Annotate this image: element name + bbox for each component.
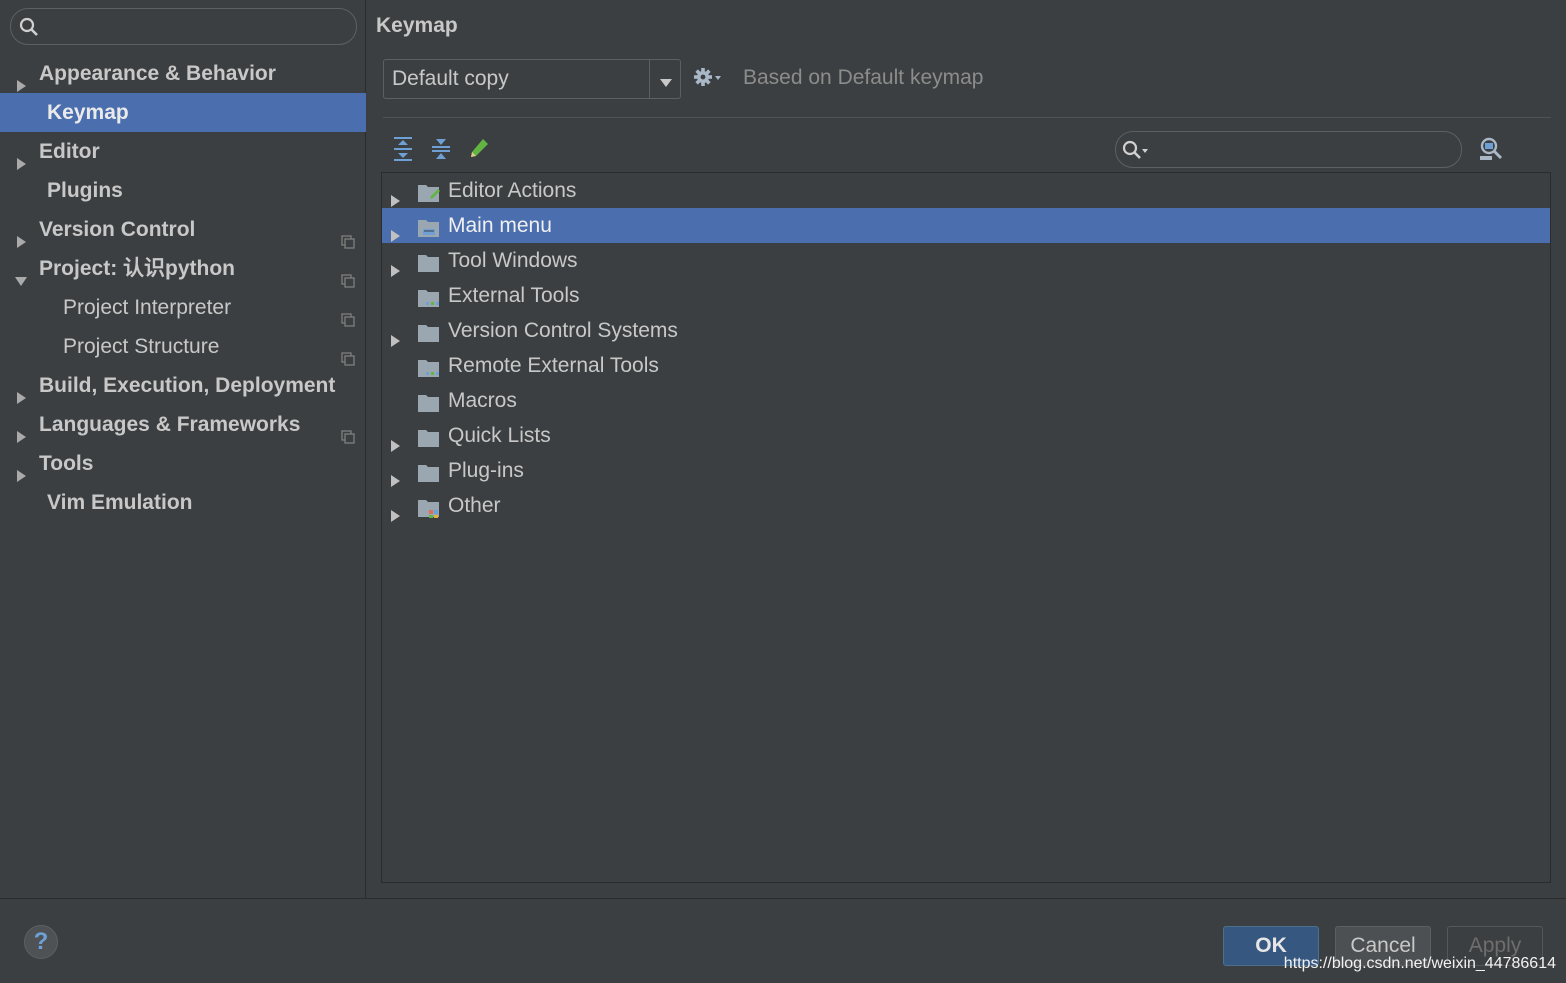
tree-node-label: Remote External Tools xyxy=(448,354,659,377)
search-icon xyxy=(19,17,39,42)
project-settings-icon xyxy=(341,262,355,288)
keymap-select-value: Default copy xyxy=(392,67,509,90)
collapse-all-icon[interactable] xyxy=(429,136,453,162)
edit-pencil-icon[interactable] xyxy=(467,136,491,162)
tree-node-plug-ins[interactable]: Plug-ins xyxy=(382,453,1550,488)
chevron-right-icon[interactable] xyxy=(388,464,402,487)
sidebar-item-label: Plugins xyxy=(47,179,123,202)
tree-node-label: External Tools xyxy=(448,284,580,307)
sidebar-item-label: Languages & Frameworks xyxy=(39,413,301,436)
other-folder-icon xyxy=(417,495,441,530)
tree-node-label: Main menu xyxy=(448,214,552,237)
keymap-select-divider xyxy=(649,60,650,98)
tree-node-tool-windows[interactable]: Tool Windows xyxy=(382,243,1550,278)
sidebar-item-languages-frameworks[interactable]: Languages & Frameworks xyxy=(0,405,366,444)
tree-node-label: Tool Windows xyxy=(448,249,578,272)
keymap-panel: Keymap Default copy Based on Default key… xyxy=(366,0,1566,898)
chevron-right-icon[interactable] xyxy=(388,429,402,452)
based-on-label: Based on Default keymap xyxy=(743,66,984,89)
sidebar-item-tools[interactable]: Tools xyxy=(0,444,366,483)
chevron-down-icon[interactable] xyxy=(659,75,673,93)
chevron-right-icon[interactable] xyxy=(388,254,402,277)
watermark-text: https://blog.csdn.net/weixin_44786614 xyxy=(1283,955,1556,972)
sidebar-item-project-structure[interactable]: Project Structure xyxy=(0,327,366,366)
keymap-select[interactable]: Default copy xyxy=(383,59,681,99)
tree-node-other[interactable]: Other xyxy=(382,488,1550,523)
sidebar-item-label: Vim Emulation xyxy=(47,491,193,514)
sidebar-item-label: Project Structure xyxy=(63,335,220,358)
help-button[interactable]: ? xyxy=(24,925,58,959)
header-divider xyxy=(383,117,1551,118)
sidebar-item-keymap[interactable]: Keymap xyxy=(0,93,366,132)
chevron-right-icon[interactable] xyxy=(14,145,28,170)
sidebar-item-appearance-behavior[interactable]: Appearance & Behavior xyxy=(0,54,366,93)
chevron-right-icon[interactable] xyxy=(388,184,402,207)
tree-node-label: Version Control Systems xyxy=(448,319,678,342)
expand-all-icon[interactable] xyxy=(391,136,415,162)
tree-node-editor-actions[interactable]: Editor Actions xyxy=(382,173,1550,208)
settings-nav-tree: Appearance & Behavior Keymap Editor Plugins… xyxy=(0,54,366,522)
tree-node-remote-external-tools[interactable]: Remote External Tools xyxy=(382,348,1550,383)
gear-icon[interactable] xyxy=(693,66,723,95)
tree-node-version-control-systems[interactable]: Version Control Systems xyxy=(382,313,1550,348)
sidebar-item-label: Build, Execution, Deployment xyxy=(39,374,336,397)
dialog-footer: ? OK Cancel Apply https://blog.csdn.net/… xyxy=(0,898,1566,983)
sidebar-item-label: Appearance & Behavior xyxy=(39,62,276,85)
project-settings-icon xyxy=(341,418,355,444)
chevron-right-icon[interactable] xyxy=(388,499,402,522)
settings-search-input[interactable] xyxy=(10,8,357,45)
sidebar-item-label: Version Control xyxy=(39,218,196,241)
sidebar-item-label: Keymap xyxy=(47,101,129,124)
action-tree: Editor Actions Main menu Tool Windows Exter… xyxy=(381,172,1551,883)
project-settings-icon xyxy=(341,340,355,366)
tree-node-macros[interactable]: Macros xyxy=(382,383,1550,418)
sidebar-item-label: Editor xyxy=(39,140,100,163)
sidebar-item-label: Tools xyxy=(39,452,94,475)
tree-node-main-menu[interactable]: Main menu xyxy=(382,208,1550,243)
sidebar-item-build-execution-deployment[interactable]: Build, Execution, Deployment xyxy=(0,366,366,405)
sidebar-item-label: Project Interpreter xyxy=(63,296,232,319)
tree-node-label: Macros xyxy=(448,389,517,412)
tree-node-quick-lists[interactable]: Quick Lists xyxy=(382,418,1550,453)
chevron-right-icon[interactable] xyxy=(14,67,28,92)
sidebar-item-editor[interactable]: Editor xyxy=(0,132,366,171)
sidebar-item-version-control[interactable]: Version Control xyxy=(0,210,366,249)
chevron-right-icon[interactable] xyxy=(14,418,28,443)
sidebar-item-vim-emulation[interactable]: Vim Emulation xyxy=(0,483,366,522)
keymap-search-input[interactable] xyxy=(1115,131,1462,168)
chevron-right-icon[interactable] xyxy=(388,219,402,242)
find-shortcut-icon[interactable] xyxy=(1478,136,1504,167)
sidebar-item-project-python[interactable]: Project: 认识python xyxy=(0,249,366,288)
chevron-right-icon[interactable] xyxy=(14,223,28,248)
project-settings-icon xyxy=(341,301,355,327)
search-icon xyxy=(1122,140,1152,165)
sidebar-item-plugins[interactable]: Plugins xyxy=(0,171,366,210)
chevron-right-icon[interactable] xyxy=(14,457,28,482)
tree-node-label: Editor Actions xyxy=(448,179,577,202)
chevron-right-icon[interactable] xyxy=(14,379,28,404)
chevron-down-icon[interactable] xyxy=(14,262,28,286)
tree-node-label: Quick Lists xyxy=(448,424,551,447)
tree-node-label: Plug-ins xyxy=(448,459,524,482)
project-settings-icon xyxy=(341,223,355,249)
tree-node-label: Other xyxy=(448,494,501,517)
sidebar-item-project-interpreter[interactable]: Project Interpreter xyxy=(0,288,366,327)
page-title: Keymap xyxy=(376,14,458,37)
tree-node-external-tools[interactable]: External Tools xyxy=(382,278,1550,313)
chevron-right-icon[interactable] xyxy=(388,324,402,347)
sidebar-item-label: Project: 认识python xyxy=(39,257,236,280)
settings-sidebar: Appearance & Behavior Keymap Editor Plugins… xyxy=(0,0,366,898)
